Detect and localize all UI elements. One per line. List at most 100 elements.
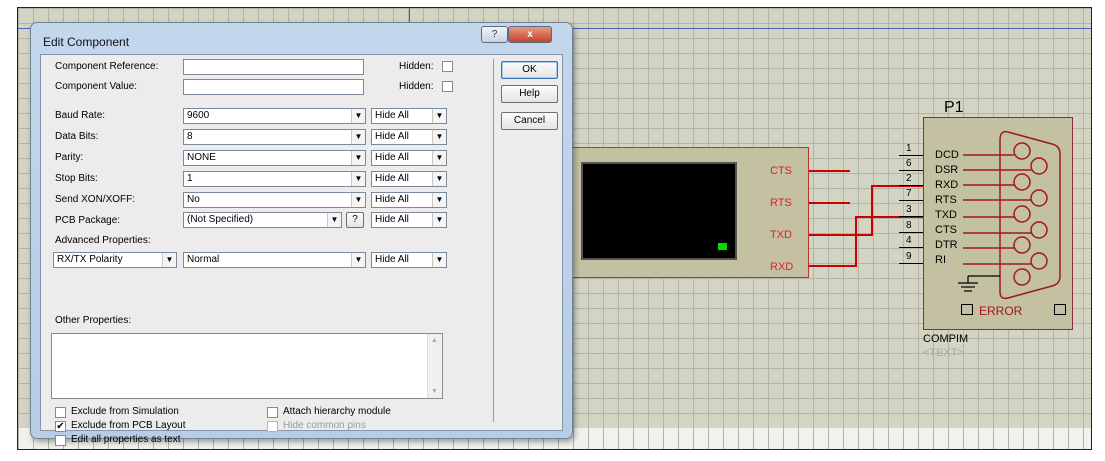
dialog-separator <box>493 59 494 422</box>
hidden-label-value: Hidden: <box>399 81 434 92</box>
virtual-terminal[interactable]: CTS RTS TXD RXD <box>563 147 809 278</box>
wire-rxd-v[interactable] <box>855 216 857 267</box>
chevron-down-icon: ▼ <box>432 109 446 123</box>
hidden-value-checkbox[interactable] <box>442 81 453 92</box>
pin-number-6: 6 <box>906 158 912 169</box>
terminal-pin-rxd: RXD <box>770 261 794 273</box>
error-led-right <box>1054 304 1066 315</box>
chevron-down-icon: ▼ <box>351 151 365 165</box>
chevron-down-icon: ▼ <box>351 109 365 123</box>
connector-ref-label: P1 <box>944 99 964 116</box>
help-button[interactable]: Help <box>501 85 558 103</box>
send-xon-xoff-visibility-select[interactable]: Hide All ▼ <box>371 192 447 208</box>
advanced-visibility-select[interactable]: Hide All ▼ <box>371 252 447 268</box>
wire-cts[interactable] <box>809 170 850 172</box>
terminal-pin-rts: RTS <box>770 197 792 209</box>
chevron-down-icon: ▼ <box>162 253 176 267</box>
pin-number-4: 4 <box>906 235 912 246</box>
visibility-value: Hide All <box>375 110 409 121</box>
terminal-status-led <box>718 243 727 250</box>
advanced-value-select[interactable]: Normal ▼ <box>183 252 366 268</box>
pcb-package-visibility-select[interactable]: Hide All ▼ <box>371 212 447 228</box>
chevron-down-icon: ▼ <box>432 213 446 227</box>
visibility-value: Hide All <box>375 152 409 163</box>
data-bits-select[interactable]: 8 ▼ <box>183 129 366 145</box>
send-xon-xoff-value: No <box>187 194 200 205</box>
pin-number-3: 3 <box>906 204 912 215</box>
pin-number-9: 9 <box>906 251 912 262</box>
baud-rate-label: Baud Rate: <box>55 110 106 121</box>
other-properties-label: Other Properties: <box>55 315 132 326</box>
edit-all-text-checkbox[interactable] <box>55 435 66 446</box>
chevron-down-icon: ▼ <box>351 193 365 207</box>
exclude-simulation-checkbox[interactable] <box>55 407 66 418</box>
component-value-input[interactable] <box>183 79 364 95</box>
stop-bits-value: 1 <box>187 173 193 184</box>
advanced-properties-label: Advanced Properties: <box>55 235 151 246</box>
visibility-value: Hide All <box>375 254 409 265</box>
data-bits-visibility-select[interactable]: Hide All ▼ <box>371 129 447 145</box>
stop-bits-select[interactable]: 1 ▼ <box>183 171 366 187</box>
baud-rate-value: 9600 <box>187 110 210 121</box>
compim-connector[interactable]: DCD DSR RXD RTS TXD CTS DTR RI ERROR <box>923 117 1073 330</box>
hidden-label-reference: Hidden: <box>399 61 434 72</box>
chevron-down-icon: ▼ <box>351 130 365 144</box>
exclude-pcb-checkbox[interactable]: ✔ <box>55 421 66 432</box>
chevron-down-icon: ▼ <box>351 253 365 267</box>
close-button[interactable]: x <box>508 26 552 43</box>
parity-select[interactable]: NONE ▼ <box>183 150 366 166</box>
help-title-button[interactable]: ? <box>481 26 508 43</box>
other-properties-scrollbar[interactable]: ▲ ▼ <box>427 334 442 398</box>
pcb-package-help-button[interactable]: ? <box>346 212 364 228</box>
parity-label: Parity: <box>55 152 84 163</box>
hide-common-pins-label: Hide common pins <box>283 420 366 431</box>
ok-button[interactable]: OK <box>501 61 558 79</box>
pcb-package-label: PCB Package: <box>55 215 121 226</box>
stop-bits-visibility-select[interactable]: Hide All ▼ <box>371 171 447 187</box>
attach-hierarchy-checkbox[interactable] <box>267 407 278 418</box>
cancel-button[interactable]: Cancel <box>501 112 558 130</box>
pin-stub-7 <box>899 200 923 201</box>
component-value-label: Component Value: <box>55 81 138 92</box>
stop-bits-label: Stop Bits: <box>55 173 98 184</box>
visibility-value: Hide All <box>375 214 409 225</box>
chevron-down-icon: ▼ <box>432 253 446 267</box>
attach-hierarchy-label: Attach hierarchy module <box>283 406 391 417</box>
chevron-down-icon: ▼ <box>351 172 365 186</box>
dialog-title: Edit Component <box>43 35 130 49</box>
advanced-value: Normal <box>187 254 220 265</box>
advanced-property-select[interactable]: RX/TX Polarity ▼ <box>53 252 177 268</box>
component-reference-label: Component Reference: <box>55 61 159 72</box>
chevron-down-icon: ▼ <box>327 213 341 227</box>
parity-visibility-select[interactable]: Hide All ▼ <box>371 150 447 166</box>
baud-rate-visibility-select[interactable]: Hide All ▼ <box>371 108 447 124</box>
chevron-down-icon: ▼ <box>432 151 446 165</box>
error-led-left <box>961 304 973 315</box>
component-reference-input[interactable] <box>183 59 364 75</box>
pin-stub-2 <box>899 185 923 186</box>
db9-connector-icon <box>958 130 1061 300</box>
pin-number-1: 1 <box>906 143 912 154</box>
terminal-pin-txd: TXD <box>770 229 792 241</box>
hide-common-pins-checkbox[interactable] <box>267 421 278 432</box>
send-xon-xoff-select[interactable]: No ▼ <box>183 192 366 208</box>
wire-txd-v[interactable] <box>871 185 873 236</box>
pin-number-8: 8 <box>906 220 912 231</box>
pin-stub-3 <box>899 216 923 217</box>
hidden-reference-checkbox[interactable] <box>442 61 453 72</box>
other-properties-textarea[interactable]: ▲ ▼ <box>51 333 443 399</box>
wire-rts[interactable] <box>809 202 850 204</box>
pcb-package-select[interactable]: (Not Specified) ▼ <box>183 212 342 228</box>
baud-rate-select[interactable]: 9600 ▼ <box>183 108 366 124</box>
edit-component-dialog: Edit Component ? x Component Reference: … <box>30 22 573 446</box>
visibility-value: Hide All <box>375 131 409 142</box>
pin-stub-1 <box>899 155 923 156</box>
chevron-down-icon: ▼ <box>432 130 446 144</box>
wire-rxd-h1[interactable] <box>809 265 856 267</box>
terminal-screen <box>581 162 737 260</box>
chevron-down-icon: ▼ <box>432 172 446 186</box>
dialog-body: Component Reference: Hidden: Component V… <box>40 54 563 446</box>
pin-stub-8 <box>899 232 923 233</box>
wire-txd-h1[interactable] <box>809 234 872 236</box>
send-xon-xoff-label: Send XON/XOFF: <box>55 194 136 205</box>
